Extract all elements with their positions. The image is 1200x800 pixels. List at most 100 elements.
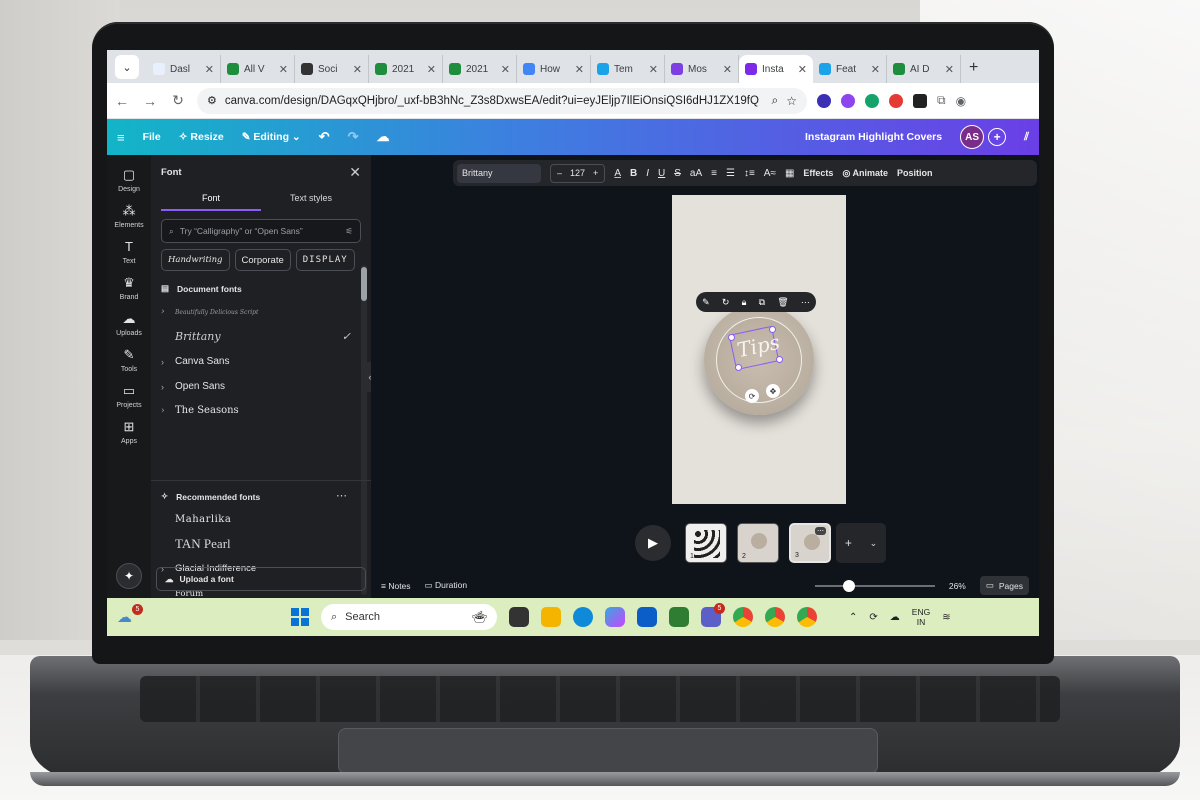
tab-text-styles[interactable]: Text styles (261, 193, 361, 211)
tab-close-icon[interactable]: ✕ (427, 63, 436, 76)
tab-close-icon[interactable]: ✕ (575, 63, 584, 76)
font-row-canva-sans[interactable]: › Canva Sans (161, 356, 351, 367)
magic-edit-icon[interactable]: ✎ (702, 297, 710, 308)
cloud-save-icon[interactable]: ☁ (377, 129, 390, 145)
list-icon[interactable]: ☰ (726, 168, 735, 179)
panel-scrollbar[interactable] (361, 265, 367, 595)
browser-tab[interactable]: Feat ✕ (813, 55, 887, 83)
tab-search-button[interactable]: ⌄ (115, 55, 139, 79)
rail-item-text[interactable]: T Text (107, 239, 151, 265)
file-menu[interactable]: File (143, 131, 161, 143)
tab-close-icon[interactable]: ✕ (501, 63, 510, 76)
windows-start-icon[interactable] (291, 608, 309, 626)
address-bar[interactable]: ⚙ canva.com/design/DAGqxQHjbro/_uxf-bB3h… (197, 87, 807, 114)
zoom-icon[interactable]: ⌕ (772, 93, 779, 108)
browser-tab[interactable]: 2021 ✕ (443, 55, 517, 83)
more-options-icon[interactable]: ⋯ (336, 489, 347, 502)
resize-handle-bottom-right[interactable] (776, 356, 783, 363)
tab-close-icon[interactable]: ✕ (723, 63, 732, 76)
avatar[interactable]: AS (960, 125, 985, 149)
teams-icon[interactable]: 5 (701, 603, 725, 627)
browser-tab[interactable]: 2021 ✕ (369, 55, 443, 83)
letter-case-icon[interactable]: aA (690, 168, 702, 179)
zoom-slider-knob[interactable] (842, 579, 855, 592)
font-size-value[interactable]: 127 (570, 168, 585, 178)
effects-button[interactable]: Effects (803, 168, 833, 178)
duplicate-icon[interactable]: ⧉ (759, 297, 765, 308)
panel-scroll-thumb[interactable] (361, 267, 367, 301)
undo-icon[interactable]: ↶ (319, 129, 330, 145)
page-thumbnail-3[interactable]: ⋯ 3 (789, 523, 831, 563)
rotate-arrow-icon[interactable]: ↻ (722, 297, 730, 308)
extension-shield-icon[interactable] (817, 93, 831, 108)
invite-plus-icon[interactable]: + (988, 128, 1007, 146)
upload-font-button[interactable]: ☁ Upload a font (156, 567, 366, 591)
chip-display[interactable]: DISPLAY (295, 249, 355, 271)
browser-tab[interactable]: Tem ✕ (591, 55, 665, 83)
extension-square-icon[interactable] (913, 93, 927, 108)
increase-size-icon[interactable]: + (593, 168, 598, 178)
position-button[interactable]: Position (897, 168, 933, 178)
browser-tab[interactable]: Insta ✕ (739, 55, 813, 83)
spacing-icon[interactable]: ↕≡ (744, 168, 755, 179)
design-title[interactable]: Instagram Highlight Covers (805, 131, 942, 143)
rail-item-design[interactable]: ▢ Design (107, 167, 151, 193)
bold-icon[interactable]: B (630, 168, 637, 179)
screenshot-icon[interactable]: ◉ (956, 94, 966, 108)
rail-item-brand[interactable]: ♛ Brand (107, 275, 151, 301)
tab-close-icon[interactable]: ✕ (945, 63, 954, 76)
file-explorer-icon[interactable] (541, 607, 561, 627)
browser-tab[interactable]: AI D ✕ (887, 55, 961, 83)
tab-close-icon[interactable]: ✕ (279, 63, 288, 76)
strikethrough-icon[interactable]: S (674, 168, 681, 179)
app-chart-icon[interactable] (669, 607, 689, 627)
task-view-icon[interactable] (509, 607, 529, 627)
editing-mode-dropdown[interactable]: ✎ Editing ⌄ (242, 131, 301, 143)
taskbar-search-input[interactable]: ⌕ Search 🍲︎ (321, 604, 497, 630)
font-row-open-sans[interactable]: › Open Sans (161, 381, 351, 392)
font-row-beautifully-delicious[interactable]: › Beautifully Delicious Script (161, 307, 351, 317)
tab-close-icon[interactable]: ✕ (205, 63, 214, 76)
chip-handwriting[interactable]: Handwriting (161, 249, 230, 271)
rail-item-projects[interactable]: ▭ Projects (107, 383, 151, 409)
animate-button[interactable]: ◎ Animate (842, 168, 888, 179)
redo-icon[interactable]: ↷ (348, 129, 359, 145)
magic-sparkle-icon[interactable]: ✦ (116, 563, 142, 589)
rail-item-tools[interactable]: ✎ Tools (107, 347, 151, 373)
browser-tab[interactable]: Soci ✕ (295, 55, 369, 83)
wifi-icon[interactable]: ≋ (942, 612, 950, 623)
zoom-slider[interactable] (814, 579, 935, 592)
decrease-size-icon[interactable]: – (557, 168, 562, 178)
resize-button[interactable]: ✧ Resize (179, 131, 224, 143)
edge-icon[interactable] (573, 607, 593, 627)
extension-pen-icon[interactable] (841, 93, 855, 108)
rail-item-uploads[interactable]: ☁ Uploads (107, 311, 151, 337)
thumbnail-more-icon[interactable]: ⋯ (815, 527, 826, 535)
transparency-icon[interactable]: ▦ (785, 168, 794, 179)
extensions-puzzle-icon[interactable]: ⧉ (937, 93, 946, 108)
align-center-icon[interactable]: ≡ (711, 168, 717, 179)
font-family-dropdown[interactable]: Brittany (457, 163, 541, 183)
tab-close-icon[interactable]: ✕ (649, 63, 658, 76)
analytics-icon[interactable]: ⫽ (1024, 131, 1029, 144)
bookmark-star-icon[interactable]: ☆ (786, 94, 797, 108)
close-icon[interactable]: ✕ (349, 164, 361, 181)
font-row-the-seasons[interactable]: › The Seasons (161, 405, 351, 416)
language-indicator[interactable]: ENG IN (912, 607, 930, 627)
extension-grammarly-icon[interactable] (865, 93, 879, 108)
browser-tab[interactable]: Mos ✕ (665, 55, 739, 83)
browser-tab[interactable]: All V ✕ (221, 55, 295, 83)
resize-handle-top-left[interactable] (728, 334, 735, 341)
filter-icon[interactable]: ⚟ (345, 226, 353, 237)
play-button[interactable]: ▶ (635, 525, 671, 561)
font-row-brittany[interactable]: Brittany ✓ (161, 330, 351, 343)
font-search-input[interactable]: ⌕ Try “Calligraphy” or “Open Sans” ⚟ (161, 219, 361, 243)
extension-record-icon[interactable] (889, 93, 903, 108)
trash-icon[interactable]: 🗑︎ (777, 297, 788, 308)
notes-button[interactable]: ≡ Notes (381, 581, 411, 591)
forward-icon[interactable]: → (141, 93, 159, 109)
browser-tab[interactable]: Dasl ✕ (147, 55, 221, 83)
chrome-profile-3-icon[interactable] (797, 607, 817, 627)
font-row-tan-pearl[interactable]: TAN Pearl (161, 536, 351, 552)
rotate-handle-icon[interactable]: ⟳ (745, 389, 759, 403)
